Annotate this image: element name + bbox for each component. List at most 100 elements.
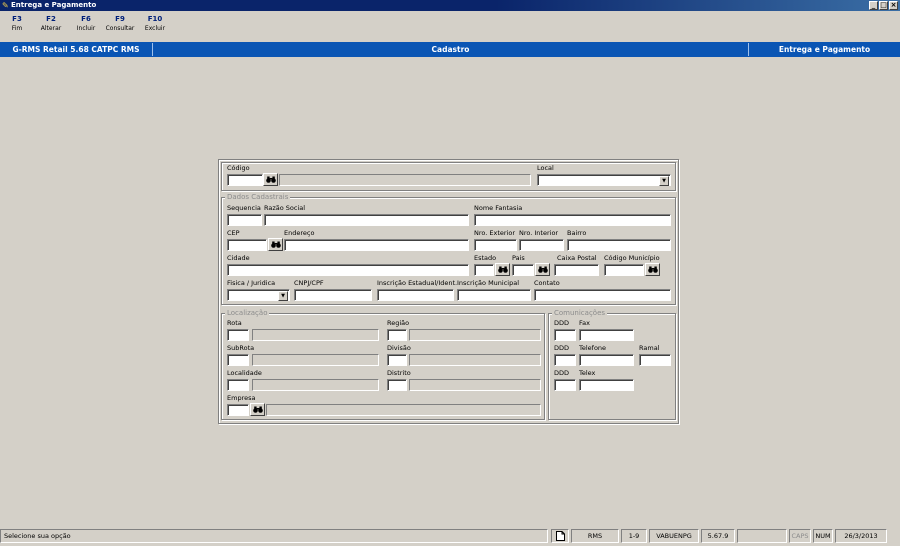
sequencia-input[interactable] (227, 214, 262, 226)
codigo-lookup-button[interactable] (263, 173, 278, 186)
empresa-lookup-button[interactable] (250, 403, 265, 416)
status-empty (737, 529, 787, 543)
caixa-postal-input[interactable] (554, 264, 599, 276)
telex-input[interactable] (579, 379, 634, 391)
cnpj-cpf-label: CNPJ/CPF (294, 279, 324, 287)
estado-input[interactable] (474, 264, 494, 276)
ramal-input[interactable] (639, 354, 671, 366)
inscricao-municipal-label: Inscrição Municipal (457, 279, 520, 287)
inscricao-municipal-input[interactable] (457, 289, 531, 301)
status-caps: CAPS (789, 529, 811, 543)
telefone-ddd-input[interactable] (554, 354, 576, 366)
codigo-description (279, 174, 531, 186)
nro-exterior-input[interactable] (474, 239, 517, 251)
status-date: 26/3/2013 (835, 529, 887, 543)
codigo-label: Código (227, 164, 250, 172)
subrota-input[interactable] (227, 354, 249, 366)
binoculars-icon (497, 266, 508, 273)
fax-input[interactable] (579, 329, 634, 341)
telefone-input[interactable] (579, 354, 634, 366)
chevron-down-icon[interactable]: ▼ (278, 291, 288, 301)
fkey-label: F9 (115, 15, 125, 23)
localidade-label: Localidade (227, 369, 262, 377)
localidade-input[interactable] (227, 379, 249, 391)
razao-social-input[interactable] (264, 214, 469, 226)
toolbar-consultar-button[interactable]: F9 Consultar (103, 15, 137, 33)
nro-exterior-label: Nro. Exterior (474, 229, 516, 237)
fax-ddd-input[interactable] (554, 329, 576, 341)
bairro-label: Bairro (567, 229, 587, 237)
rota-input[interactable] (227, 329, 249, 341)
fax-label: Fax (579, 319, 590, 327)
binoculars-icon (265, 176, 276, 183)
telex-label: Telex (579, 369, 596, 377)
close-button[interactable]: × (889, 1, 898, 10)
codigo-municipio-label: Código Município (604, 254, 660, 262)
subrota-description (252, 354, 379, 366)
rota-description (252, 329, 379, 341)
pais-input[interactable] (512, 264, 534, 276)
fisica-juridica-select[interactable]: ▼ (227, 289, 290, 301)
cidade-input[interactable] (227, 264, 469, 276)
toolbar-excluir-button[interactable]: F10 Excluir (142, 15, 168, 33)
comunicacoes-legend: Comunicações (552, 309, 608, 317)
nro-interior-input[interactable] (519, 239, 564, 251)
distrito-label: Distrito (387, 369, 411, 377)
razao-social-label: Razão Social (264, 204, 306, 212)
product-label: G-RMS Retail 5.68 CATPC RMS (12, 45, 140, 54)
sequencia-label: Sequencia (227, 204, 261, 212)
nome-fantasia-input[interactable] (474, 214, 671, 226)
fkey-caption: Incluir (76, 25, 96, 32)
app-icon: ✎ (2, 1, 9, 10)
dados-cadastrais-legend: Dados Cadastrais (225, 193, 291, 201)
empresa-input[interactable] (227, 404, 249, 416)
toolbar-fim-button[interactable]: F3 Fim (5, 15, 29, 33)
codigo-municipio-input[interactable] (604, 264, 644, 276)
binoculars-icon (537, 266, 548, 273)
fkey-label: F3 (12, 15, 22, 23)
codigo-municipio-lookup-button[interactable] (645, 263, 660, 276)
regiao-input[interactable] (387, 329, 407, 341)
distrito-description (409, 379, 541, 391)
ddd-label: DDD (554, 319, 570, 327)
fkey-caption: Fim (11, 25, 23, 32)
caixa-postal-label: Caixa Postal (557, 254, 597, 262)
contato-input[interactable] (534, 289, 671, 301)
regiao-description (409, 329, 541, 341)
localizacao-legend: Localização (225, 309, 270, 317)
window-titlebar: Entrega e Pagamento (0, 0, 900, 11)
divisao-input[interactable] (387, 354, 407, 366)
section-title: Cadastro (431, 45, 470, 54)
status-program: VABUENPG (649, 529, 699, 543)
localidade-description (252, 379, 379, 391)
inscricao-estadual-label: Inscrição Estadual/Ident. (377, 279, 458, 287)
inscricao-estadual-input[interactable] (377, 289, 454, 301)
codigo-input[interactable] (227, 174, 263, 186)
minimize-button[interactable]: _ (869, 1, 878, 10)
telex-ddd-input[interactable] (554, 379, 576, 391)
toolbar-incluir-button[interactable]: F6 Incluir (73, 15, 99, 33)
cep-lookup-button[interactable] (268, 238, 283, 251)
divisao-label: Divisão (387, 344, 411, 352)
cep-label: CEP (227, 229, 240, 237)
toolbar-alterar-button[interactable]: F2 Alterar (38, 15, 64, 33)
fkey-caption: Excluir (144, 25, 166, 32)
estado-lookup-button[interactable] (495, 263, 510, 276)
chevron-down-icon[interactable]: ▼ (659, 176, 669, 186)
cnpj-cpf-input[interactable] (294, 289, 372, 301)
fkey-caption: Alterar (40, 25, 62, 32)
local-select[interactable]: ▼ (537, 174, 671, 186)
fkey-label: F6 (81, 15, 91, 23)
estado-label: Estado (474, 254, 497, 262)
endereco-label: Endereço (284, 229, 315, 237)
bairro-input[interactable] (567, 239, 671, 251)
regiao-label: Região (387, 319, 410, 327)
nro-interior-label: Nro. Interior (519, 229, 559, 237)
endereco-input[interactable] (284, 239, 469, 251)
cidade-label: Cidade (227, 254, 250, 262)
maximize-button[interactable]: □ (879, 1, 888, 10)
cep-input[interactable] (227, 239, 267, 251)
pais-lookup-button[interactable] (535, 263, 550, 276)
distrito-input[interactable] (387, 379, 407, 391)
status-version: 5.67.9 (701, 529, 735, 543)
